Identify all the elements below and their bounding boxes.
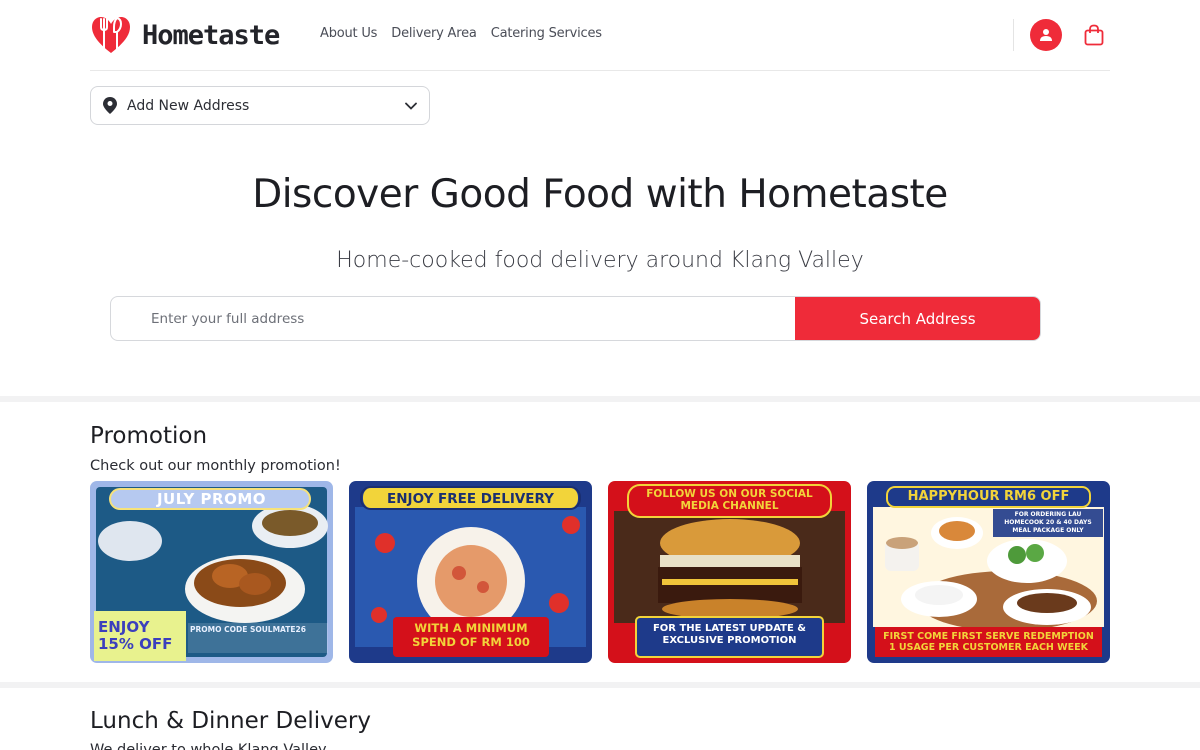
promo-card-social-media[interactable]: FOLLOW US ON OUR SOCIAL MEDIA CHANNEL FO… (608, 481, 851, 663)
hero-subtitle: Home-cooked food delivery around Klang V… (336, 248, 864, 273)
header-actions (1013, 18, 1110, 52)
lunch-dinner-subtitle: We deliver to whole Klang Valley (90, 742, 327, 750)
lunch-dinner-title: Lunch & Dinner Delivery (90, 708, 371, 734)
promo-card-bottom: FOR THE LATEST UPDATE & EXCLUSIVE PROMOT… (652, 623, 807, 646)
nav-catering-services[interactable]: Catering Services (491, 26, 602, 41)
promo-card-bottom: FIRST COME FIRST SERVE REDEMPTION 1 USAG… (883, 631, 1094, 653)
promo-card-extra: PROMO CODE SOULMATE26 (190, 625, 306, 634)
promo-card-extra: FOR ORDERING LAU HOMECOOK 20 & 40 DAYS M… (1004, 511, 1092, 534)
logo[interactable]: Hometaste (90, 15, 280, 55)
promotion-title: Promotion (90, 423, 208, 449)
location-pin-icon (103, 97, 117, 114)
promo-card-top: FOLLOW US ON OUR SOCIAL MEDIA CHANNEL (646, 488, 813, 512)
promo-card-top: ENJOY FREE DELIVERY (387, 491, 554, 507)
promo-card-top: HAPPYHOUR RM6 OFF (907, 489, 1070, 504)
shopping-bag-icon (1084, 24, 1104, 46)
promo-card-happy-hour[interactable]: HAPPYHOUR RM6 OFF FOR ORDERING LAU HOMEC… (867, 481, 1110, 663)
section-divider (0, 682, 1200, 688)
main-nav: About Us Delivery Area Catering Services (320, 26, 602, 41)
promo-card-bottom: WITH A MINIMUM SPEND OF RM 100 (412, 621, 530, 649)
address-select-value: Add New Address (127, 97, 250, 114)
brand-name: Hometaste (142, 19, 280, 51)
promo-card-july[interactable]: JULY PROMO ENJOY 15% OFF PROMO CODE SOUL… (90, 481, 333, 663)
nav-about-us[interactable]: About Us (320, 26, 377, 41)
nav-delivery-area[interactable]: Delivery Area (391, 26, 477, 41)
chevron-down-icon (405, 102, 417, 110)
logo-icon (92, 17, 130, 53)
hero-title: Discover Good Food with Hometaste (252, 172, 948, 217)
search-address-button[interactable]: Search Address (795, 297, 1040, 340)
section-divider (0, 396, 1200, 402)
divider (1013, 19, 1014, 51)
site-header: Hometaste About Us Delivery Area Caterin… (90, 0, 1110, 71)
promo-card-free-delivery[interactable]: ENJOY FREE DELIVERY WITH A MINIMUM SPEND… (349, 481, 592, 663)
address-search-bar: Search Address (110, 296, 1041, 341)
promotion-subtitle: Check out our monthly promotion! (90, 458, 341, 474)
promo-card-bottom: ENJOY 15% OFF (98, 618, 173, 653)
promo-card-top: JULY PROMO (156, 490, 267, 508)
address-input[interactable] (111, 297, 795, 340)
user-icon (1040, 29, 1052, 41)
address-select[interactable]: Add New Address (90, 86, 430, 125)
cart-button[interactable] (1078, 19, 1110, 51)
account-button[interactable] (1030, 19, 1062, 51)
promotion-cards: JULY PROMO ENJOY 15% OFF PROMO CODE SOUL… (90, 481, 1110, 663)
